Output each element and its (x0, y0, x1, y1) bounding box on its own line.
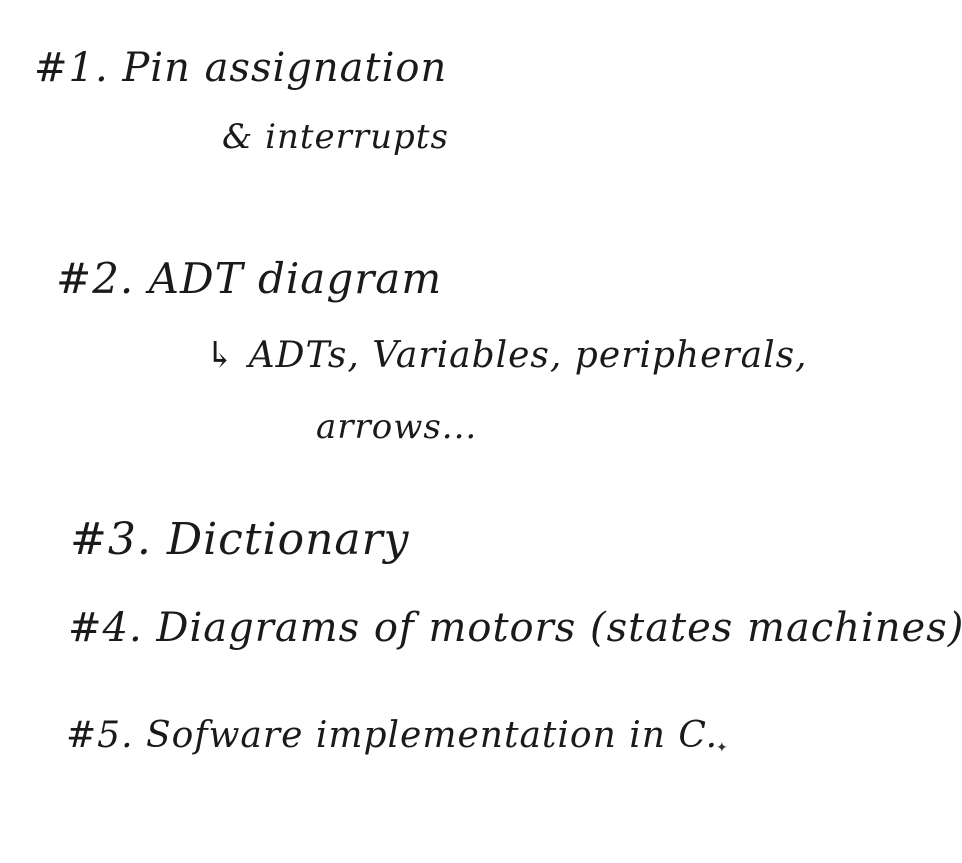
sparkle-icon: ✦ (716, 740, 728, 756)
note-item-4-title: #4. Diagrams of motors (states machines) (68, 605, 962, 651)
note-item-2-detail-continued: arrows... (316, 407, 478, 447)
note-item-1-title: #1. Pin assignation (34, 45, 448, 91)
note-item-1-subtitle: & interrupts (222, 117, 449, 157)
note-item-2-title: #2. ADT diagram (56, 254, 443, 303)
note-item-2-detail: ↳ ADTs, Variables, peripherals, (205, 335, 808, 376)
handwritten-notes-canvas: #1. Pin assignation & interrupts #2. ADT… (0, 0, 962, 863)
note-item-5-title: #5. Sofware implementation in C. (66, 715, 719, 756)
note-item-3-title: #3. Dictionary (70, 514, 410, 565)
